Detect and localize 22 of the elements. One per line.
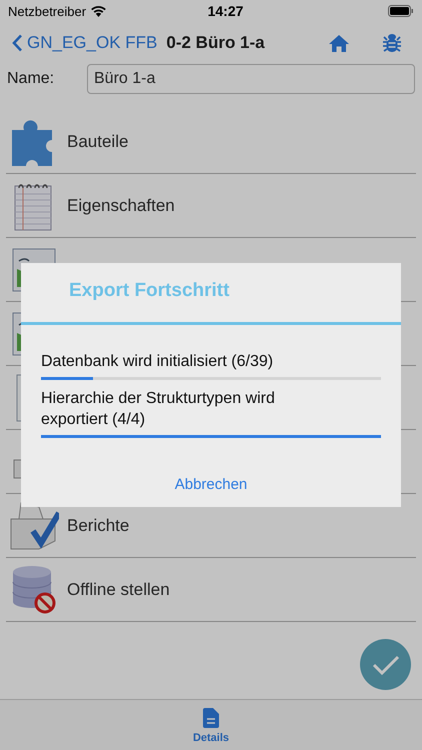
menu-item[interactable]: Eigenschaften bbox=[67, 196, 175, 216]
name-label: Name: bbox=[7, 70, 56, 88]
chevron-left-icon bbox=[12, 34, 23, 52]
task-label: Hierarchie der Strukturtypen wird exportiert (4/4) bbox=[41, 389, 276, 430]
cancel-button[interactable]: Abbrechen bbox=[170, 474, 252, 495]
dialog-title: Export Fortschritt bbox=[68, 279, 230, 303]
menu-item[interactable]: Bauteile bbox=[67, 132, 128, 152]
status-time: 14:27 bbox=[206, 3, 244, 19]
battery-icon bbox=[388, 5, 414, 17]
back-button[interactable]: GN_EG_OK FFB bbox=[12, 33, 158, 53]
home-icon[interactable] bbox=[328, 34, 350, 52]
menu-item[interactable]: Offline stellen bbox=[67, 580, 170, 600]
checkmark-icon bbox=[372, 654, 400, 676]
task-label: Datenbank wird initialisiert (6/39) bbox=[41, 352, 274, 372]
wifi-icon bbox=[90, 5, 108, 17]
carrier-name: Netzbetreiber bbox=[8, 4, 86, 18]
menu-item[interactable]: Berichte bbox=[67, 516, 130, 536]
nav-title: 0-2 Büro 1-a bbox=[166, 33, 266, 53]
document-icon bbox=[202, 708, 219, 728]
bug-icon[interactable] bbox=[383, 33, 401, 53]
confirm-button[interactable] bbox=[360, 639, 411, 690]
name-field[interactable]: Büro 1-a bbox=[87, 64, 415, 94]
